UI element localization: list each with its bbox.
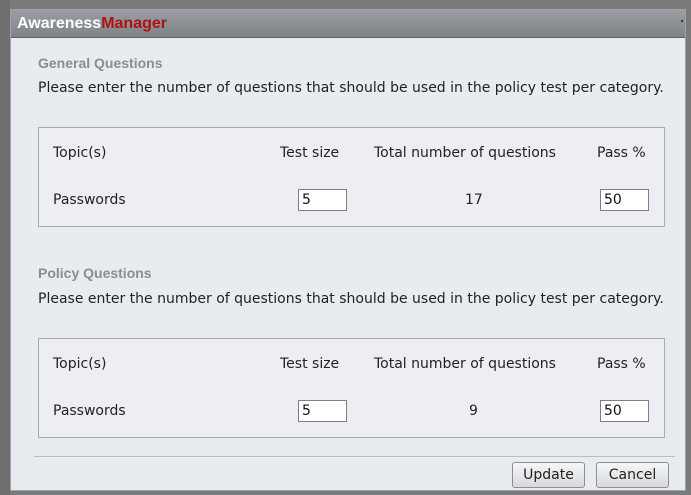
header-test-size: Test size (280, 356, 340, 372)
header-topic: Topic(s) (53, 356, 107, 372)
update-button[interactable]: Update (512, 462, 585, 488)
section-title-general: General Questions (38, 55, 163, 71)
awareness-manager-dialog: AwarenessManager General Questions Pleas… (10, 9, 686, 491)
test-size-input[interactable] (298, 400, 347, 422)
header-test-size: Test size (280, 145, 340, 161)
cancel-button[interactable]: Cancel (596, 462, 669, 488)
general-questions-table: Topic(s) Test size Total number of quest… (38, 127, 665, 227)
pass-percent-input[interactable] (600, 400, 649, 422)
title-awareness: Awareness (17, 15, 102, 32)
section-title-policy: Policy Questions (38, 265, 152, 281)
row-topic: Passwords (53, 192, 126, 208)
titlebar-grip-icon (681, 20, 683, 22)
policy-questions-table: Topic(s) Test size Total number of quest… (38, 338, 665, 438)
header-total-questions: Total number of questions (374, 356, 556, 372)
header-total-questions: Total number of questions (374, 145, 556, 161)
header-topic: Topic(s) (53, 145, 107, 161)
pass-percent-input[interactable] (600, 189, 649, 211)
background-strip (0, 0, 10, 495)
title-manager: Manager (101, 15, 167, 32)
total-questions-value: 17 (465, 192, 483, 208)
footer-divider (34, 456, 675, 457)
total-questions-value: 9 (469, 403, 478, 419)
row-topic: Passwords (53, 403, 126, 419)
header-pass-percent: Pass % (597, 356, 646, 372)
section-description-policy: Please enter the number of questions tha… (38, 291, 664, 307)
test-size-input[interactable] (298, 189, 347, 211)
header-pass-percent: Pass % (597, 145, 646, 161)
dialog-titlebar: AwarenessManager (11, 10, 685, 38)
section-description-general: Please enter the number of questions tha… (38, 80, 664, 96)
